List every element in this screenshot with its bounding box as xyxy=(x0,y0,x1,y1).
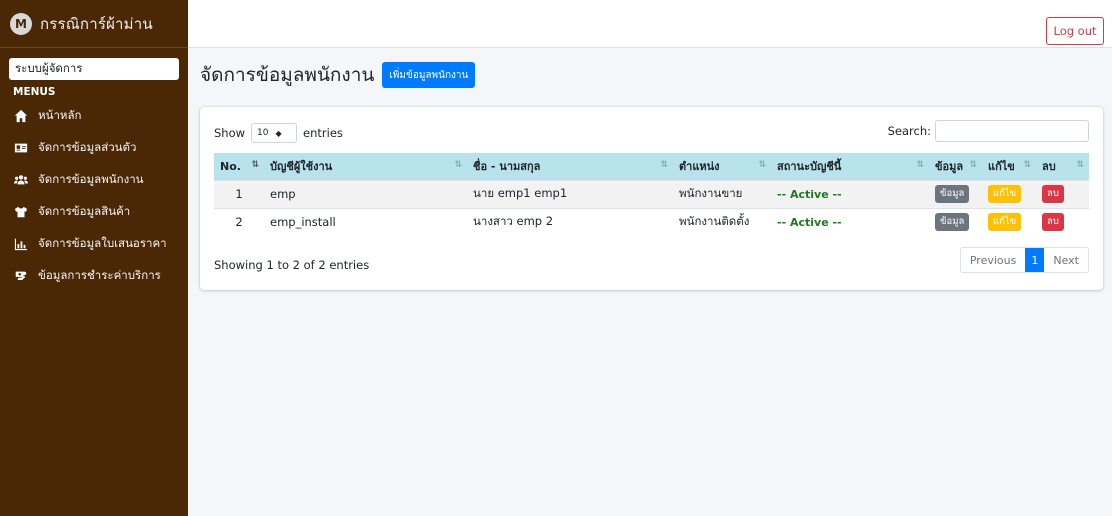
edit-button[interactable]: แก้ไข xyxy=(988,213,1022,232)
brand[interactable]: M กรรณิการ์ผ้าม่าน xyxy=(0,0,188,48)
sidebar-item-profile[interactable]: จัดการข้อมูลส่วนตัว xyxy=(0,132,188,164)
sidebar-item-employees[interactable]: จัดการข้อมูลพนักงาน xyxy=(0,164,188,196)
edit-button[interactable]: แก้ไข xyxy=(988,185,1022,203)
cell-username: emp xyxy=(270,187,296,201)
sort-icon: ⇅ xyxy=(251,160,259,170)
employee-table: No. ⇅ บัญชีผู้ใช้งาน ⇅ ชื่อ - นามสกุล ⇅ ตำแ… xyxy=(214,153,1089,236)
logout-button[interactable]: Log out xyxy=(1046,17,1104,45)
sidebar: M กรรณิการ์ผ้าม่าน ระบบผู้จัดการ MENUS ห… xyxy=(0,0,188,516)
shirt-icon xyxy=(13,204,29,220)
column-header-position[interactable]: ตำแหน่ง ⇅ xyxy=(673,153,771,180)
sidebar-item-products[interactable]: จัดการข้อมูลสินค้า xyxy=(0,196,188,228)
cell-status: -- Active -- xyxy=(777,187,842,201)
next-page-button[interactable]: Next xyxy=(1044,248,1088,272)
entries-length-select[interactable]: 10 ◆ xyxy=(251,123,298,143)
column-header-username[interactable]: บัญชีผู้ใช้งาน ⇅ xyxy=(264,153,467,180)
delete-button[interactable]: ลบ xyxy=(1042,213,1064,232)
column-header-delete[interactable]: ลบ ⇅ xyxy=(1036,153,1089,180)
sort-icon: ⇅ xyxy=(969,160,977,170)
cell-fullname: นาย emp1 emp1 xyxy=(473,186,568,200)
cell-edit: แก้ไข xyxy=(982,208,1036,236)
employee-table-card: Show 10 ◆ entries Search: No. ⇅ บัญชีผู้ใ… xyxy=(200,107,1103,290)
table-info: Showing 1 to 2 of 2 entries xyxy=(214,258,370,272)
column-header-fullname[interactable]: ชื่อ - นามสกุล ⇅ xyxy=(467,153,673,180)
cell-status: -- Active -- xyxy=(777,215,842,229)
cell-no: 1 xyxy=(235,187,243,201)
column-header-info[interactable]: ข้อมูล ⇅ xyxy=(929,153,982,180)
column-header-no[interactable]: No. ⇅ xyxy=(214,153,264,180)
sidebar-item-label: จัดการข้อมูลสินค้า xyxy=(38,204,131,218)
page-1-button[interactable]: 1 xyxy=(1025,248,1045,272)
sort-icon: ⇅ xyxy=(1023,160,1031,170)
content-header: จัดการข้อมูลพนักงาน เพิ่มข้อมูลพนักงาน xyxy=(200,60,476,90)
column-header-status[interactable]: สถานะบัญชีนี้ ⇅ xyxy=(771,153,929,180)
cell-info: ข้อมูล xyxy=(929,208,982,236)
top-navbar: Log out xyxy=(188,0,1112,48)
info-button[interactable]: ข้อมูล xyxy=(935,185,970,203)
entries-length-value: 10 xyxy=(257,128,269,138)
sidebar-item-label: ข้อมูลการชำระค่าบริการ xyxy=(38,268,161,282)
entries-label: entries xyxy=(303,126,343,140)
sidebar-item-label: จัดการข้อมูลพนักงาน xyxy=(38,172,144,186)
cell-delete: ลบ xyxy=(1036,208,1089,236)
sidebar-item-home[interactable]: หน้าหลัก xyxy=(0,100,188,132)
sidebar-item-quotations[interactable]: จัดการข้อมูลใบเสนอราคา xyxy=(0,228,188,260)
entries-length-control: Show 10 ◆ entries xyxy=(214,123,343,143)
search-control: Search: xyxy=(888,120,1089,142)
cell-fullname: นางสาว emp 2 xyxy=(473,214,554,229)
cell-username: emp_install xyxy=(270,215,336,230)
previous-page-button[interactable]: Previous xyxy=(960,248,1026,272)
sort-icon: ⇅ xyxy=(916,160,924,170)
menu-header: MENUS xyxy=(13,86,56,98)
sort-icon: ⇅ xyxy=(758,160,766,170)
brand-name: กรรณิการ์ผ้าม่าน xyxy=(40,14,153,33)
user-panel[interactable]: ระบบผู้จัดการ xyxy=(9,58,179,80)
delete-button[interactable]: ลบ xyxy=(1042,185,1064,203)
sort-icon: ⇅ xyxy=(454,160,462,170)
cell-info: ข้อมูล xyxy=(929,180,982,208)
home-icon xyxy=(13,108,29,124)
sidebar-item-payments[interactable]: ข้อมูลการชำระค่าบริการ xyxy=(0,260,188,292)
chart-bar-icon xyxy=(13,236,29,252)
money-icon xyxy=(13,268,29,284)
cell-position: พนักงานขาย xyxy=(679,186,743,200)
sort-icon: ⇅ xyxy=(660,160,668,170)
page-title: จัดการข้อมูลพนักงาน xyxy=(200,64,375,86)
caret-updown-icon: ◆ xyxy=(275,128,282,138)
info-button[interactable]: ข้อมูล xyxy=(935,213,970,232)
sidebar-item-label: หน้าหลัก xyxy=(38,108,82,122)
show-label: Show xyxy=(214,126,246,140)
search-input[interactable] xyxy=(935,120,1089,142)
cell-delete: ลบ xyxy=(1036,180,1089,208)
sidebar-item-label: จัดการข้อมูลใบเสนอราคา xyxy=(38,236,167,250)
table-row: 2 emp_install นางสาว emp 2 พนักงานติดตั้… xyxy=(214,208,1089,236)
pagination: Previous 1 Next xyxy=(959,247,1089,273)
cell-position: พนักงานติดตั้ง xyxy=(679,214,750,229)
search-label: Search: xyxy=(887,124,931,138)
sort-icon: ⇅ xyxy=(1076,160,1084,170)
cell-no: 2 xyxy=(235,215,243,230)
id-card-icon xyxy=(13,140,29,156)
column-header-edit[interactable]: แก้ไข ⇅ xyxy=(982,153,1036,180)
table-header-row: No. ⇅ บัญชีผู้ใช้งาน ⇅ ชื่อ - นามสกุล ⇅ ตำแ… xyxy=(214,153,1089,180)
add-employee-button[interactable]: เพิ่มข้อมูลพนักงาน xyxy=(382,62,476,88)
sidebar-item-label: จัดการข้อมูลส่วนตัว xyxy=(38,140,137,154)
brand-logo: M xyxy=(10,12,32,35)
cell-edit: แก้ไข xyxy=(982,180,1036,208)
table-row: 1 emp นาย emp1 emp1 พนักงานขาย -- Active… xyxy=(214,180,1089,208)
users-icon xyxy=(13,172,29,188)
